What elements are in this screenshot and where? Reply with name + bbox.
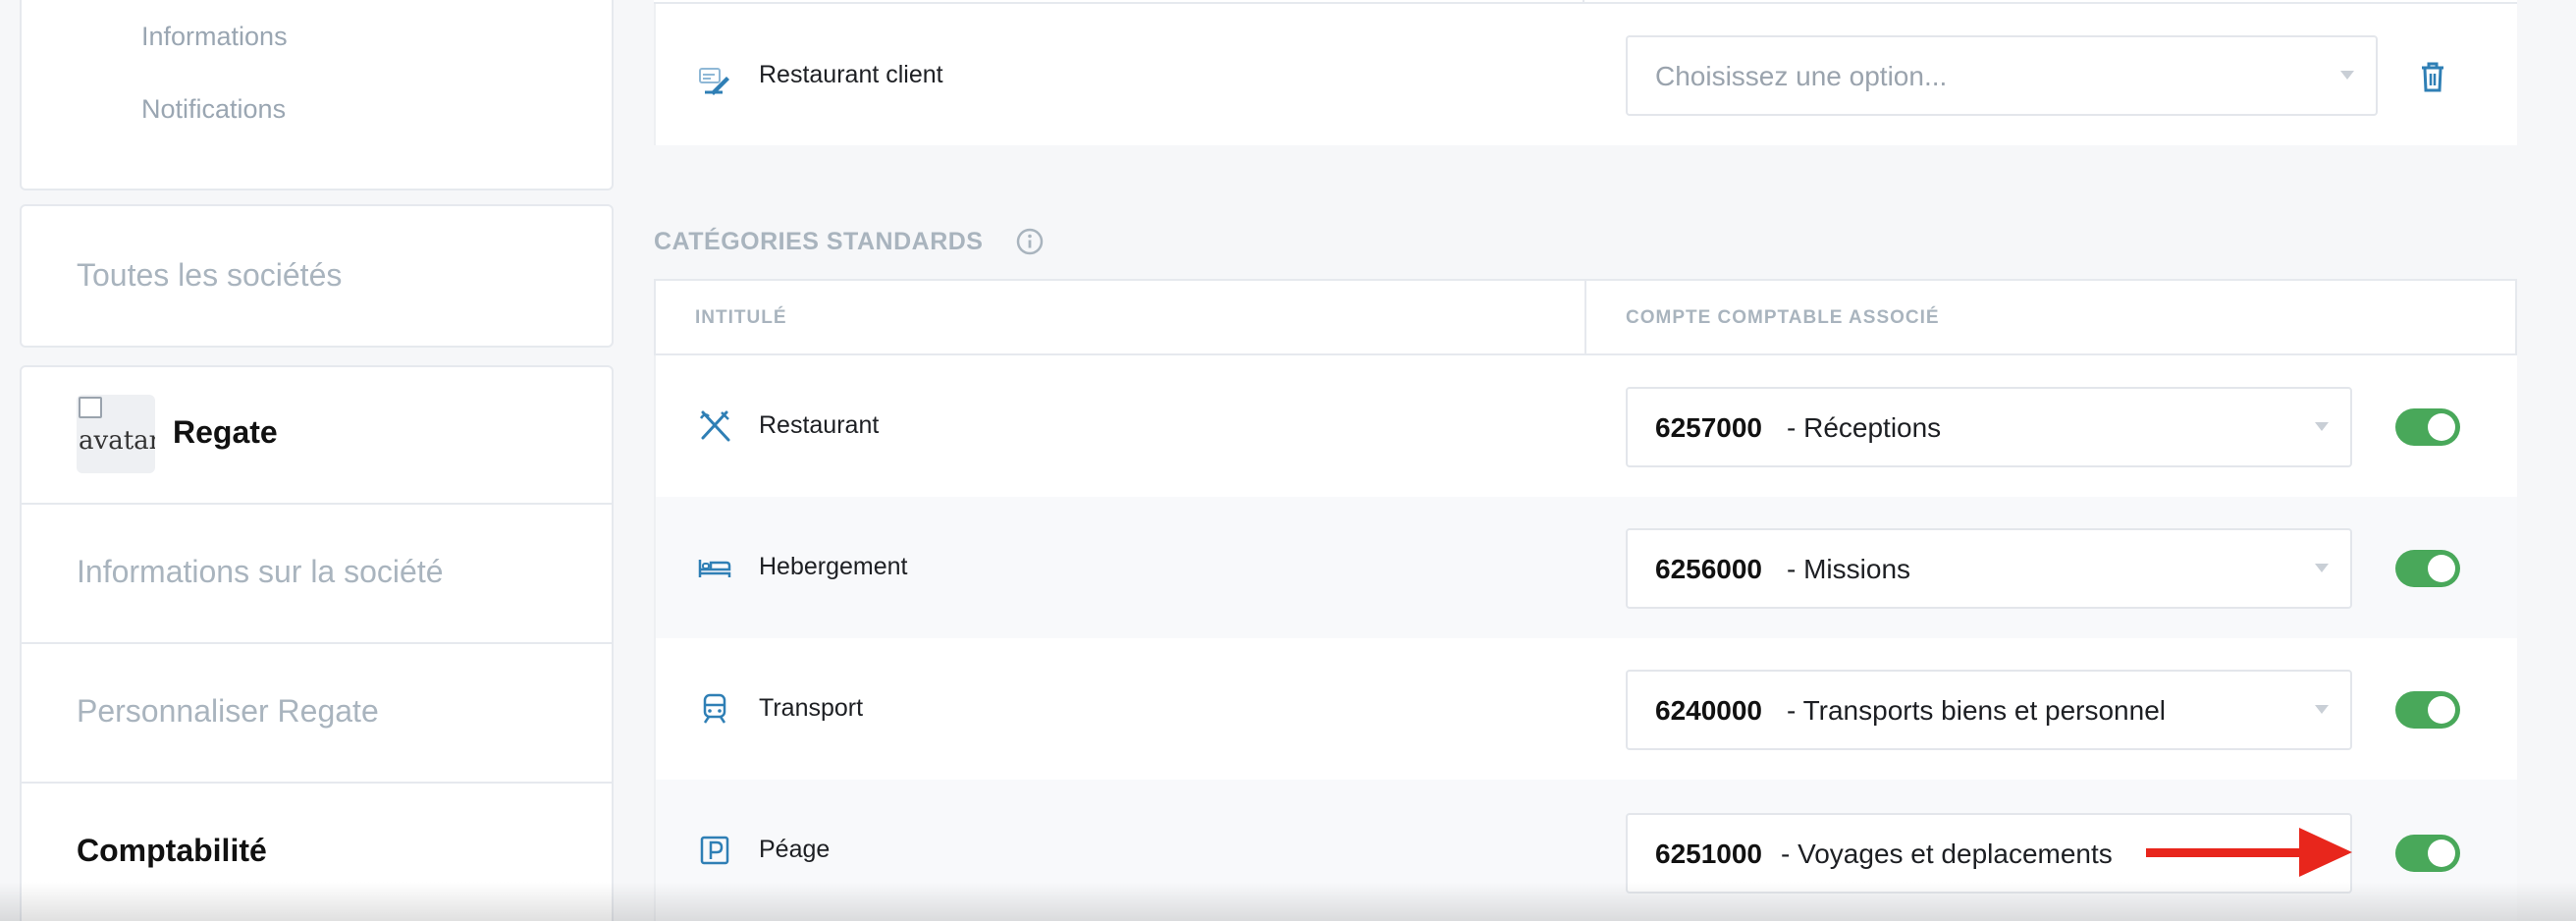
category-toggle[interactable] (2395, 835, 2460, 872)
avatar: avatar (77, 395, 155, 473)
category-name: Restaurant client (759, 61, 943, 88)
chevron-down-icon (2340, 71, 2354, 80)
info-icon[interactable] (1015, 227, 1045, 256)
table-row: Hebergement 6256000 - Missions (654, 497, 2517, 638)
sidebar-item-informations[interactable]: Informations (141, 22, 288, 52)
cutlery-icon (699, 410, 730, 442)
all-companies-link[interactable]: Toutes les sociétés (77, 257, 342, 294)
sidebar-item-notifications[interactable]: Notifications (141, 94, 286, 125)
account-description: - Réceptions (1787, 412, 1942, 443)
avatar-alt-text: avatar (79, 426, 155, 456)
category-name: Hebergement (759, 553, 908, 580)
all-companies-card[interactable]: Toutes les sociétés (20, 204, 614, 348)
account-code: 6257000 (1655, 412, 1763, 443)
account-description: - Voyages et deplacements (1781, 839, 2113, 869)
trash-icon[interactable] (2418, 61, 2447, 92)
sidebar-item-label: Informations sur la société (77, 554, 444, 589)
restaurant-client-icon (699, 68, 729, 95)
sidebar-item-customize[interactable]: Personnaliser Regate (22, 644, 612, 784)
account-select[interactable]: 6257000 - Réceptions (1626, 387, 2352, 467)
table-row: Restaurant 6257000 - Réceptions (654, 355, 2517, 497)
company-name: Regate (173, 414, 278, 450)
category-toggle[interactable] (2395, 691, 2460, 729)
table-row: Restaurant client Choisissez une option.… (654, 4, 2517, 145)
table-row: Transport 6240000 - Transports biens et … (654, 638, 2517, 780)
sidebar-item-company-info[interactable]: Informations sur la société (22, 505, 612, 644)
table-header: INTITULÉ COMPTE COMPTABLE ASSOCIÉ (654, 279, 2517, 355)
account-code: 6256000 (1655, 554, 1763, 584)
parking-icon (700, 836, 729, 865)
category-name: Péage (759, 836, 831, 863)
chevron-down-icon (2315, 422, 2329, 431)
category-toggle[interactable] (2395, 550, 2460, 587)
column-header-account: COMPTE COMPTABLE ASSOCIÉ (1626, 307, 1940, 328)
account-code: 6251000 (1655, 839, 1763, 869)
profile-card: Informations Notifications (20, 0, 614, 190)
account-description: - Transports biens et personnel (1787, 695, 2166, 726)
section-title: CATÉGORIES STANDARDS (654, 228, 984, 255)
sidebar-item-label: Personnaliser Regate (77, 693, 379, 729)
account-code: 6240000 (1655, 695, 1763, 726)
train-icon (703, 693, 726, 724)
chevron-down-icon (2315, 564, 2329, 572)
sidebar-item-label: Comptabilité (77, 833, 267, 868)
company-card: avatar Regate Informations sur la sociét… (20, 365, 614, 921)
company-header: avatar Regate (22, 367, 612, 505)
account-select[interactable]: 6240000 - Transports biens et personnel (1626, 670, 2352, 750)
account-select[interactable]: Choisissez une option... (1626, 35, 2378, 116)
sidebar-item-accounting[interactable]: Comptabilité (22, 784, 612, 921)
column-header-label: INTITULÉ (695, 307, 787, 328)
category-name: Transport (759, 694, 864, 722)
category-name: Restaurant (759, 411, 880, 439)
account-select[interactable]: 6256000 - Missions (1626, 528, 2352, 609)
chevron-down-icon (2315, 705, 2329, 714)
account-description: - Missions (1787, 554, 1911, 584)
broken-image-icon (79, 397, 102, 418)
category-toggle[interactable] (2395, 408, 2460, 446)
select-placeholder: Choisissez une option... (1655, 61, 1948, 91)
page: Informations Notifications Toutes les so… (0, 0, 2576, 921)
bed-icon (698, 560, 731, 577)
annotation-arrow-icon (2146, 828, 2352, 877)
